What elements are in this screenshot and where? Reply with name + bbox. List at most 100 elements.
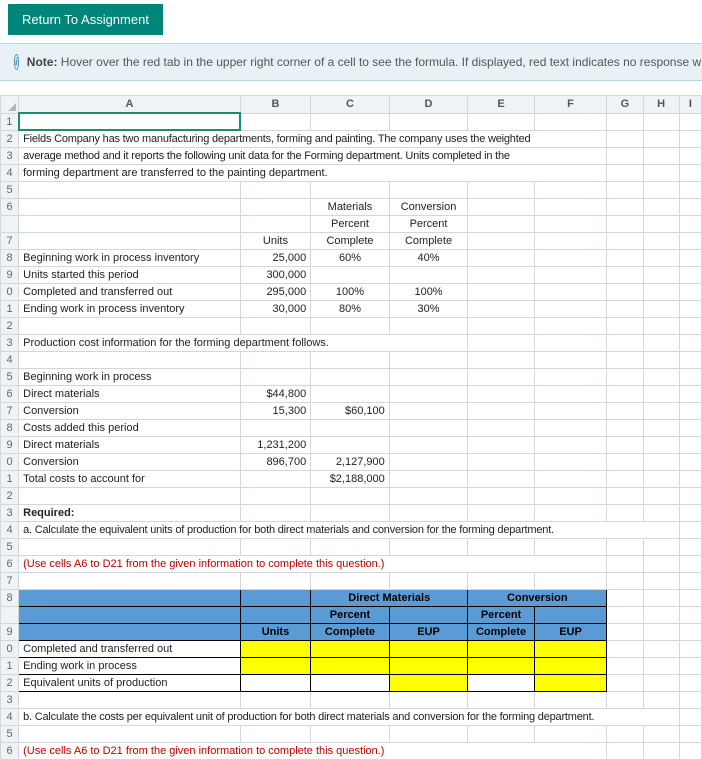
- cell[interactable]: [607, 505, 643, 522]
- cell[interactable]: [468, 692, 534, 709]
- cell[interactable]: [389, 182, 468, 199]
- cell[interactable]: [679, 284, 701, 301]
- cell[interactable]: [468, 420, 534, 437]
- cell[interactable]: [607, 113, 643, 130]
- cell[interactable]: [607, 675, 643, 692]
- cell[interactable]: [240, 471, 311, 488]
- cell[interactable]: [534, 437, 607, 454]
- cell[interactable]: [643, 267, 679, 284]
- cell[interactable]: [607, 233, 643, 250]
- cell[interactable]: [607, 284, 643, 301]
- cell[interactable]: [679, 420, 701, 437]
- cell[interactable]: [607, 641, 643, 658]
- cell[interactable]: [607, 692, 643, 709]
- cell[interactable]: [240, 590, 311, 607]
- cell[interactable]: [534, 471, 607, 488]
- cell[interactable]: [679, 590, 701, 607]
- cell[interactable]: [389, 607, 468, 624]
- cell[interactable]: [468, 726, 534, 743]
- cell[interactable]: [240, 352, 311, 369]
- cell[interactable]: [607, 335, 643, 352]
- cell[interactable]: [468, 437, 534, 454]
- cell[interactable]: Complete: [389, 233, 468, 250]
- row-hdr[interactable]: 6: [1, 556, 19, 573]
- cell[interactable]: [389, 437, 468, 454]
- cell[interactable]: [643, 403, 679, 420]
- cell[interactable]: [679, 130, 701, 148]
- answer-cell[interactable]: [468, 641, 534, 658]
- cell[interactable]: [240, 369, 311, 386]
- cell[interactable]: [607, 437, 643, 454]
- cell[interactable]: [679, 369, 701, 386]
- cell[interactable]: [643, 148, 679, 165]
- cell[interactable]: [240, 607, 311, 624]
- cell[interactable]: [607, 216, 643, 233]
- cell[interactable]: [240, 675, 311, 692]
- cell[interactable]: [643, 318, 679, 335]
- cell[interactable]: [240, 420, 311, 437]
- cell[interactable]: [534, 369, 607, 386]
- col-A[interactable]: A: [19, 96, 241, 114]
- row-hdr[interactable]: 4: [1, 522, 19, 539]
- cell[interactable]: [19, 624, 241, 641]
- row-hdr[interactable]: 9: [1, 267, 19, 284]
- cell[interactable]: [607, 352, 643, 369]
- cell[interactable]: 100%: [311, 284, 390, 301]
- cell[interactable]: [389, 420, 468, 437]
- cell[interactable]: [534, 199, 607, 216]
- cell[interactable]: [607, 471, 643, 488]
- cell[interactable]: [679, 335, 701, 352]
- cell[interactable]: Equivalent units of production: [19, 675, 241, 692]
- cell[interactable]: [311, 318, 390, 335]
- cell[interactable]: [607, 386, 643, 403]
- cell[interactable]: [468, 267, 534, 284]
- cell[interactable]: $44,800: [240, 386, 311, 403]
- cell[interactable]: [19, 607, 241, 624]
- row-hdr[interactable]: 3: [1, 692, 19, 709]
- cell[interactable]: [679, 403, 701, 420]
- cell[interactable]: [679, 148, 701, 165]
- cell[interactable]: Complete: [311, 233, 390, 250]
- cell[interactable]: [240, 726, 311, 743]
- cell[interactable]: [643, 454, 679, 471]
- cell[interactable]: [679, 641, 701, 658]
- cell[interactable]: [643, 539, 679, 556]
- cell[interactable]: [643, 199, 679, 216]
- row-hdr[interactable]: 4: [1, 709, 19, 726]
- cell[interactable]: (Use cells A6 to D21 from the given info…: [19, 743, 607, 760]
- cell[interactable]: [311, 675, 390, 692]
- cell[interactable]: [240, 182, 311, 199]
- cell[interactable]: Required:: [19, 505, 241, 522]
- answer-cell[interactable]: [389, 658, 468, 675]
- cell[interactable]: [607, 556, 643, 573]
- cell[interactable]: [643, 471, 679, 488]
- cell[interactable]: [679, 488, 701, 505]
- cell[interactable]: [607, 267, 643, 284]
- cell[interactable]: [311, 437, 390, 454]
- cell[interactable]: [679, 709, 701, 726]
- cell[interactable]: [240, 216, 311, 233]
- row-hdr[interactable]: 8: [1, 420, 19, 437]
- cell[interactable]: Direct Materials: [311, 590, 468, 607]
- cell[interactable]: [679, 301, 701, 318]
- cell[interactable]: [679, 692, 701, 709]
- cell[interactable]: [534, 301, 607, 318]
- row-hdr[interactable]: 6: [1, 199, 19, 216]
- cell[interactable]: [534, 573, 607, 590]
- cell[interactable]: [389, 352, 468, 369]
- row-hdr[interactable]: [1, 216, 19, 233]
- row-hdr[interactable]: 1: [1, 658, 19, 675]
- cell[interactable]: [643, 658, 679, 675]
- cell[interactable]: [311, 539, 390, 556]
- cell[interactable]: [534, 607, 607, 624]
- cell[interactable]: [534, 267, 607, 284]
- cell[interactable]: [468, 199, 534, 216]
- row-hdr[interactable]: 7: [1, 403, 19, 420]
- answer-cell[interactable]: [311, 641, 390, 658]
- cell[interactable]: [534, 539, 607, 556]
- answer-cell[interactable]: [311, 658, 390, 675]
- answer-cell[interactable]: [534, 641, 607, 658]
- cell[interactable]: [19, 199, 241, 216]
- cell[interactable]: [389, 369, 468, 386]
- cell[interactable]: [468, 113, 534, 130]
